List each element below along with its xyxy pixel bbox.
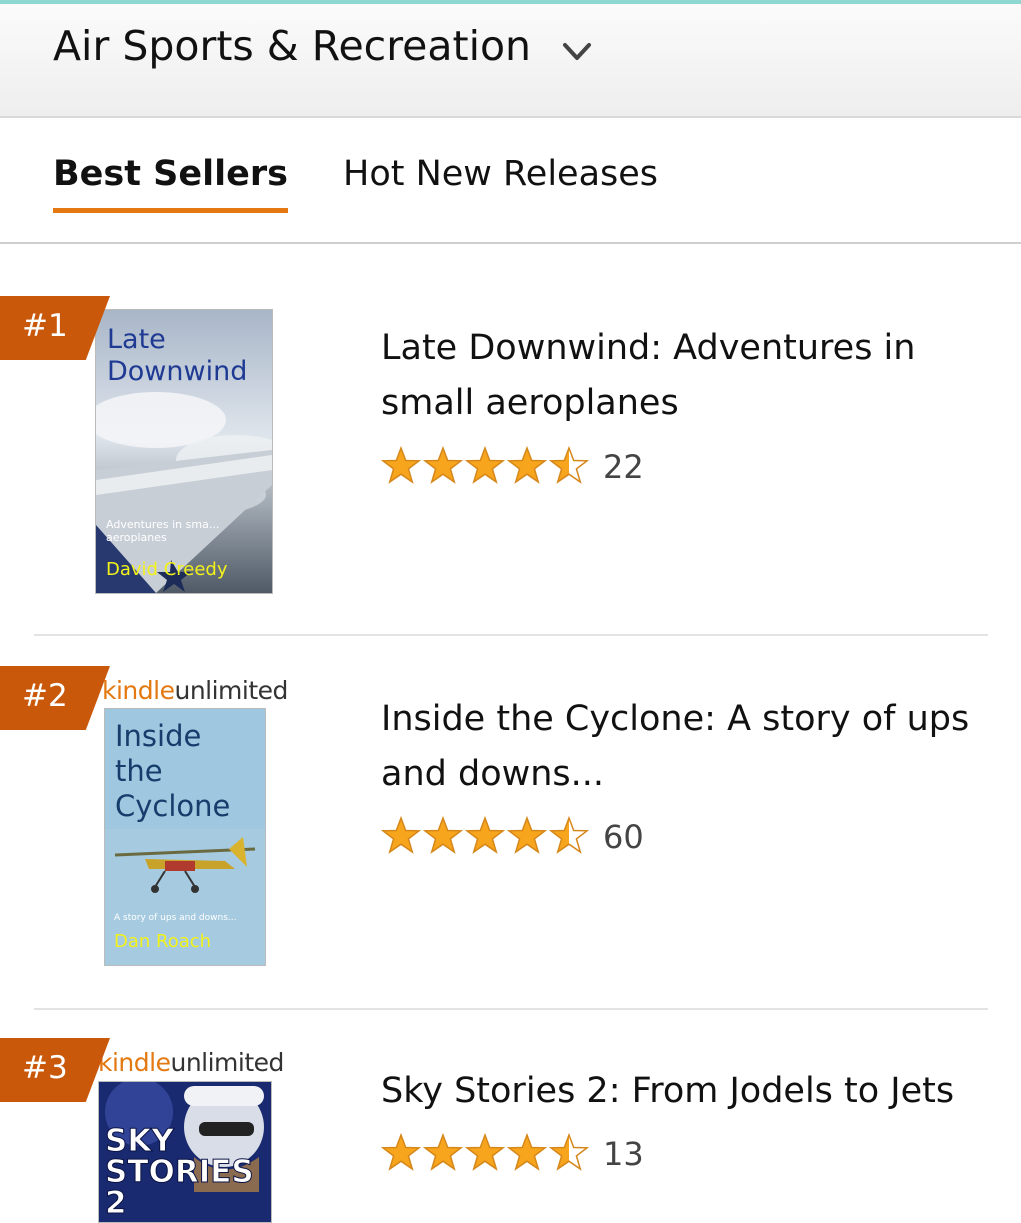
list-item[interactable]: Late Downwind Adventures in sma... aerop… [0,246,1021,636]
review-count[interactable]: 60 [603,818,644,856]
rating[interactable]: 13 [381,1133,681,1173]
rating[interactable]: 22 [381,446,681,486]
star-rating-icon [382,817,588,853]
rank-badge: #2 [0,666,110,730]
cover-title: SKY STORIES 2 [105,1123,255,1221]
star-rating-icon [382,1134,588,1170]
rank-badge: #1 [0,296,110,360]
bestseller-tabs: Best Sellers Hot New Releases [0,118,1021,244]
chevron-down-icon[interactable] [562,41,592,63]
book-title[interactable]: Sky Stories 2: From Jodels to Jets [381,1064,991,1119]
book-cover[interactable]: Late Downwind Adventures in sma... aerop… [95,309,273,594]
tab-hot-new-releases[interactable]: Hot New Releases [343,154,658,194]
book-title[interactable]: Inside the Cyclone: A story of ups and d… [381,692,991,802]
list-item[interactable]: kindleunlimited Inside the Cyclone A sto… [0,636,1021,1010]
star-rating-icon [382,447,588,483]
cover-title: Late Downwind [107,324,248,388]
tab-best-sellers[interactable]: Best Sellers [53,154,288,213]
rating[interactable]: 60 [381,816,681,856]
cover-author: Dan Roach [114,931,212,952]
review-count[interactable]: 22 [603,448,644,486]
cover-subtitle: Adventures in sma... aeroplanes [106,518,220,544]
book-cover[interactable]: SKY STORIES 2 [98,1081,272,1223]
cover-subtitle: A story of ups and downs... [114,913,237,923]
list-item[interactable]: kindleunlimited SKY STORIES 2 #3 Sky Sto… [0,1008,1021,1223]
cover-title: Inside the Cyclone [115,719,231,823]
book-cover[interactable]: Inside the Cyclone A story of ups and do… [104,708,266,966]
review-count[interactable]: 13 [603,1135,644,1173]
category-header[interactable]: Air Sports & Recreation [0,4,1021,118]
kindle-unlimited-logo: kindleunlimited [98,1048,284,1077]
rank-badge: #3 [0,1038,110,1102]
book-title[interactable]: Late Downwind: Adventures in small aerop… [381,321,991,431]
kindle-unlimited-logo: kindleunlimited [102,676,288,705]
category-title[interactable]: Air Sports & Recreation [53,22,531,70]
cover-author: David Creedy [106,559,228,580]
